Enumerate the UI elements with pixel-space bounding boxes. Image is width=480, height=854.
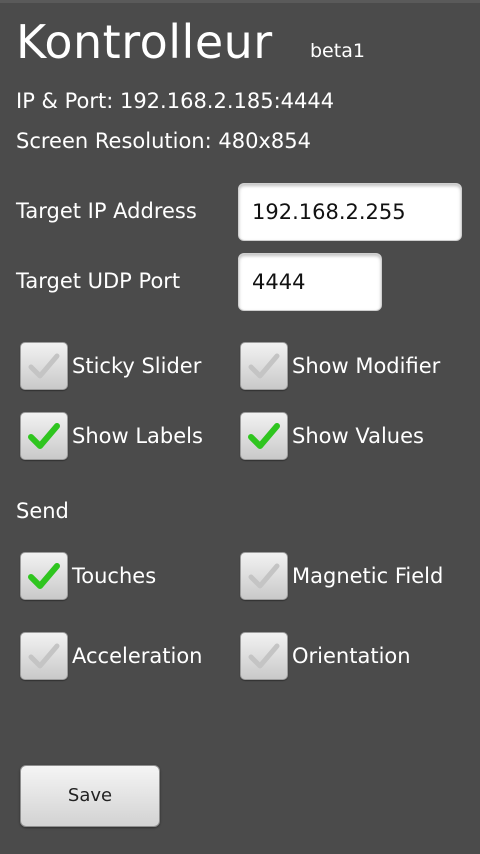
target-ip-input[interactable]: 192.168.2.255 [238,183,462,241]
target-ip-label: Target IP Address [16,199,197,223]
orientation-label: Orientation [292,644,411,668]
save-button[interactable]: Save [20,765,160,827]
checkmark-icon [248,423,280,449]
checkmark-icon [28,423,60,449]
checkmark-icon [28,563,60,589]
unchecked-mark-icon [248,563,280,589]
sticky-slider-label: Sticky Slider [72,354,202,378]
screen-resolution-info: Screen Resolution: 480x854 [16,129,311,153]
orientation-checkbox[interactable] [240,632,288,680]
show-labels-checkbox[interactable] [20,412,68,460]
show-modifier-checkbox[interactable] [240,342,288,390]
show-values-label: Show Values [292,424,424,448]
unchecked-mark-icon [248,643,280,669]
acceleration-checkbox[interactable] [20,632,68,680]
unchecked-mark-icon [248,353,280,379]
send-heading: Send [16,499,69,523]
touches-checkbox[interactable] [20,552,68,600]
unchecked-mark-icon [28,353,60,379]
ip-port-info: IP & Port: 192.168.2.185:4444 [16,89,335,113]
touches-label: Touches [72,564,157,588]
version-badge: beta1 [310,40,365,62]
target-port-input[interactable]: 4444 [238,253,382,311]
unchecked-mark-icon [28,643,60,669]
magnetic-field-checkbox[interactable] [240,552,288,600]
sticky-slider-checkbox[interactable] [20,342,68,390]
show-values-checkbox[interactable] [240,412,288,460]
target-port-label: Target UDP Port [16,269,181,293]
show-modifier-label: Show Modifier [292,354,441,378]
magnetic-field-label: Magnetic Field [292,564,444,588]
app-title: Kontrolleur [16,15,273,69]
status-divider [0,0,480,3]
show-labels-label: Show Labels [72,424,203,448]
acceleration-label: Acceleration [72,644,203,668]
